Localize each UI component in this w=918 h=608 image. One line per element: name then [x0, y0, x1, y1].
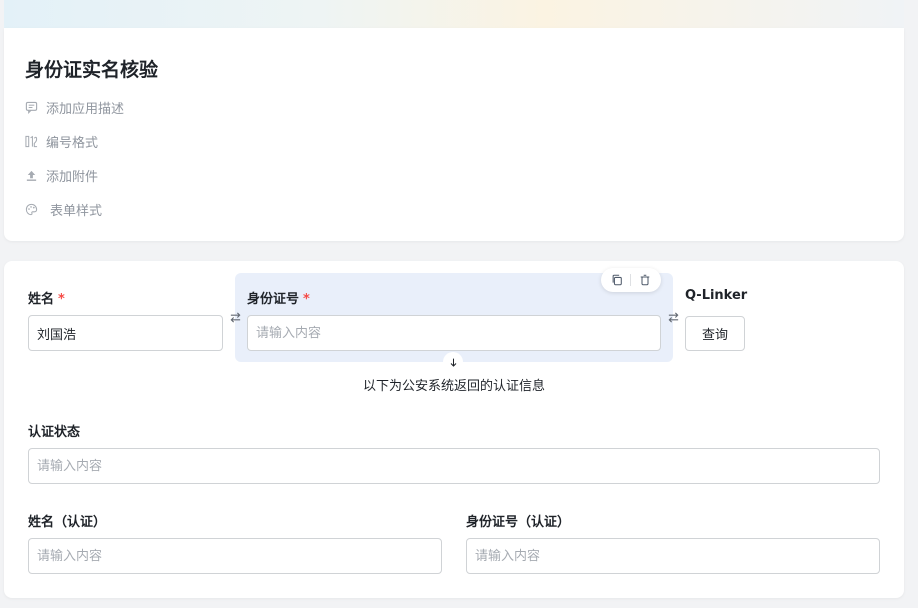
id-number-field-label: 身份证号 * — [247, 288, 310, 307]
required-mark: * — [303, 292, 310, 307]
arrow-down-icon — [443, 352, 463, 372]
id-number-input[interactable] — [247, 315, 661, 351]
copy-icon[interactable] — [610, 273, 624, 287]
numbering-icon — [25, 135, 38, 148]
trash-icon[interactable] — [638, 273, 652, 287]
form-body-card: 姓名* 身份证号* Q-Linker 查询 以下为公安系统返回的认证信息 认证状… — [4, 261, 904, 598]
field-toolbar — [601, 268, 661, 292]
query-button[interactable]: 查询 — [685, 316, 745, 351]
comment-icon — [25, 101, 38, 114]
form-header-card: 身份证实名核验 添加应用描述 编号格式 添加附件 表单样式 — [4, 28, 904, 241]
required-mark: * — [58, 292, 65, 307]
palette-icon — [25, 203, 38, 216]
numbering-format-link[interactable]: 编号格式 — [25, 131, 98, 151]
name-input[interactable] — [28, 315, 223, 351]
result-note: 以下为公安系统返回的认证信息 — [362, 379, 545, 394]
name-field-label: 姓名 * — [28, 288, 65, 307]
toolbar-divider — [630, 274, 632, 286]
header-banner — [4, 0, 904, 28]
swap-icon[interactable] — [227, 309, 243, 325]
form-style-label: 表单样式 — [50, 203, 103, 219]
auth-id-input[interactable] — [466, 538, 880, 574]
swap-icon[interactable] — [665, 309, 681, 325]
add-description-label: 添加应用描述 — [46, 101, 125, 117]
auth-id-label: 身份证号（认证） — [466, 515, 571, 530]
form-title[interactable]: 身份证实名核验 — [25, 55, 158, 82]
add-attachment-label: 添加附件 — [46, 169, 99, 185]
add-attachment-link[interactable]: 添加附件 — [25, 165, 98, 185]
form-style-link[interactable]: 表单样式 — [25, 199, 102, 219]
auth-status-label: 认证状态 — [28, 425, 81, 440]
numbering-format-label: 编号格式 — [46, 135, 99, 151]
auth-name-input[interactable] — [28, 538, 442, 574]
name-label-text: 姓名 — [28, 292, 55, 307]
upload-icon — [25, 169, 38, 182]
auth-name-label: 姓名（认证） — [28, 515, 107, 530]
id-number-label-text: 身份证号 — [247, 292, 300, 307]
q-linker-label: Q-Linker — [685, 288, 748, 303]
auth-status-input[interactable] — [28, 448, 880, 484]
add-description-link[interactable]: 添加应用描述 — [25, 97, 124, 117]
